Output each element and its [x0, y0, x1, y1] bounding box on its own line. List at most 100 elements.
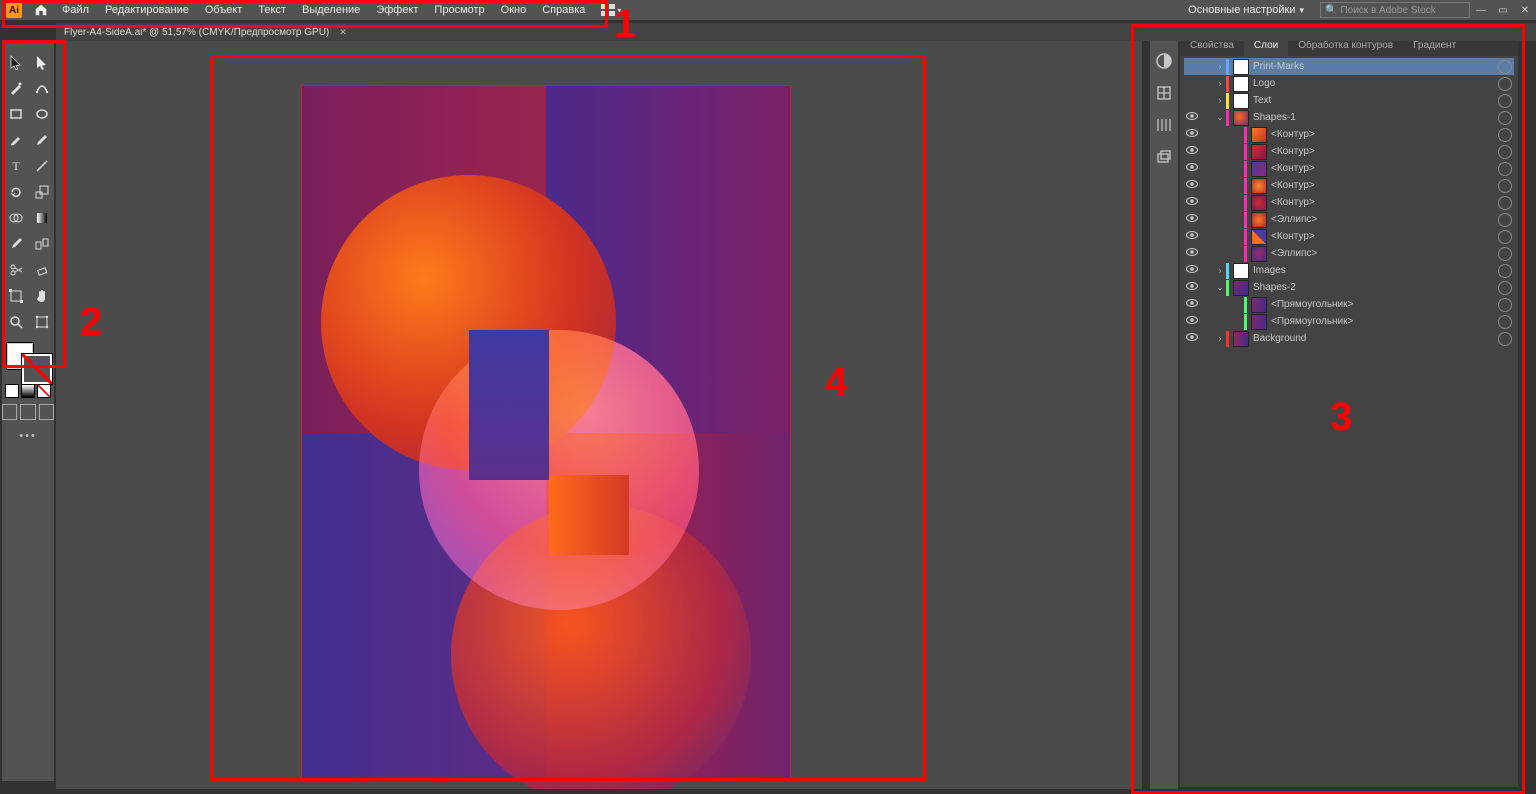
menu-object[interactable]: Объект	[197, 0, 250, 20]
visibility-toggle[interactable]	[1184, 248, 1200, 259]
target-icon[interactable]	[1498, 315, 1512, 329]
selection-tool[interactable]	[3, 49, 28, 74]
visibility-toggle[interactable]	[1184, 299, 1200, 310]
direct-selection-tool[interactable]	[29, 49, 54, 74]
layer-name[interactable]: <Прямоугольник>	[1271, 316, 1494, 327]
visibility-toggle[interactable]	[1184, 197, 1200, 208]
disclosure-icon[interactable]: ›	[1214, 62, 1226, 71]
solid-color-button[interactable]	[5, 384, 19, 398]
rectangle-tool[interactable]	[3, 101, 28, 126]
visibility-toggle[interactable]	[1184, 282, 1200, 293]
disclosure-icon[interactable]: ›	[1214, 266, 1226, 275]
artboard[interactable]	[301, 85, 791, 780]
visibility-toggle[interactable]	[1184, 231, 1200, 242]
align-panel-icon[interactable]	[1152, 113, 1176, 137]
disclosure-icon[interactable]: ⌄	[1214, 113, 1226, 122]
canvas-area[interactable]	[56, 41, 1142, 789]
layer-row[interactable]: <Контур>	[1184, 177, 1514, 194]
maximize-button[interactable]: ▭	[1492, 5, 1514, 16]
menu-edit[interactable]: Редактирование	[97, 0, 197, 20]
target-icon[interactable]	[1498, 94, 1512, 108]
libraries-panel-icon[interactable]	[1152, 81, 1176, 105]
pencil-tool[interactable]	[29, 127, 54, 152]
layer-row[interactable]: ⌄ Shapes-2	[1184, 279, 1514, 296]
target-icon[interactable]	[1498, 281, 1512, 295]
document-tab[interactable]: Flyer-A4-SideA.ai* @ 51,57% (CMYK/Предпр…	[56, 23, 357, 41]
shape-builder-tool[interactable]	[3, 205, 28, 230]
layer-name[interactable]: <Контур>	[1271, 146, 1494, 157]
edit-toolbar-icon[interactable]: •••	[2, 430, 54, 442]
ellipse-tool[interactable]	[29, 101, 54, 126]
visibility-toggle[interactable]	[1184, 180, 1200, 191]
layer-name[interactable]: <Эллипс>	[1271, 248, 1494, 259]
curvature-tool[interactable]	[29, 75, 54, 100]
layer-name[interactable]: <Контур>	[1271, 163, 1494, 174]
layer-row[interactable]: › Background	[1184, 330, 1514, 347]
gradient-color-button[interactable]	[21, 384, 35, 398]
disclosure-icon[interactable]: ⌄	[1214, 283, 1226, 292]
rotate-tool[interactable]	[3, 179, 28, 204]
disclosure-icon[interactable]: ›	[1214, 334, 1226, 343]
target-icon[interactable]	[1498, 332, 1512, 346]
layer-row[interactable]: <Контур>	[1184, 143, 1514, 160]
minimize-button[interactable]: —	[1470, 5, 1492, 16]
menu-select[interactable]: Выделение	[294, 0, 368, 20]
scale-tool[interactable]	[29, 179, 54, 204]
target-icon[interactable]	[1498, 60, 1512, 74]
target-icon[interactable]	[1498, 230, 1512, 244]
visibility-toggle[interactable]	[1184, 214, 1200, 225]
artboard-tool[interactable]	[3, 283, 28, 308]
fill-stroke-swatch[interactable]	[4, 340, 52, 380]
layer-row[interactable]: <Прямоугольник>	[1184, 296, 1514, 313]
workspace-switcher[interactable]: Основные настройки ▾	[1180, 4, 1312, 16]
layer-name[interactable]: <Контур>	[1271, 129, 1494, 140]
eyedropper-tool[interactable]	[3, 231, 28, 256]
layer-name[interactable]: Print-Marks	[1253, 61, 1494, 72]
disclosure-icon[interactable]: ›	[1214, 79, 1226, 88]
target-icon[interactable]	[1498, 264, 1512, 278]
blend-tool[interactable]	[29, 231, 54, 256]
menu-effect[interactable]: Эффект	[368, 0, 426, 20]
layer-row[interactable]: <Эллипс>	[1184, 211, 1514, 228]
layer-name[interactable]: Logo	[1253, 78, 1494, 89]
layer-row[interactable]: › Print-Marks	[1184, 58, 1514, 75]
target-icon[interactable]	[1498, 77, 1512, 91]
color-panel-icon[interactable]	[1152, 49, 1176, 73]
home-icon[interactable]	[34, 3, 48, 17]
target-icon[interactable]	[1498, 111, 1512, 125]
type-tool[interactable]: T	[3, 153, 28, 178]
layer-row[interactable]: › Images	[1184, 262, 1514, 279]
visibility-toggle[interactable]	[1184, 265, 1200, 276]
layer-row[interactable]: <Контур>	[1184, 160, 1514, 177]
visibility-toggle[interactable]	[1184, 146, 1200, 157]
layer-name[interactable]: <Контур>	[1271, 231, 1494, 242]
layer-name[interactable]: Text	[1253, 95, 1494, 106]
layer-name[interactable]: Shapes-1	[1253, 112, 1494, 123]
layer-name[interactable]: Shapes-2	[1253, 282, 1494, 293]
none-color-button[interactable]	[37, 384, 51, 398]
paintbrush-tool[interactable]	[3, 127, 28, 152]
pen-tool[interactable]	[3, 75, 28, 100]
target-icon[interactable]	[1498, 145, 1512, 159]
layer-row[interactable]: ⌄ Shapes-1	[1184, 109, 1514, 126]
stock-search-input[interactable]: 🔍 Поиск в Adobe Stock	[1320, 2, 1470, 18]
target-icon[interactable]	[1498, 298, 1512, 312]
layer-row[interactable]: ›Text	[1184, 92, 1514, 109]
visibility-toggle[interactable]	[1184, 316, 1200, 327]
layer-name[interactable]: Background	[1253, 333, 1494, 344]
target-icon[interactable]	[1498, 213, 1512, 227]
menu-window[interactable]: Окно	[493, 0, 535, 20]
target-icon[interactable]	[1498, 196, 1512, 210]
transform-panel-icon[interactable]	[1152, 145, 1176, 169]
target-icon[interactable]	[1498, 179, 1512, 193]
layer-name[interactable]: Images	[1253, 265, 1494, 276]
layer-name[interactable]: <Контур>	[1271, 180, 1494, 191]
layer-row[interactable]: <Прямоугольник>	[1184, 313, 1514, 330]
line-segment-tool[interactable]	[29, 153, 54, 178]
zoom-tool[interactable]	[3, 309, 28, 334]
draw-inside-button[interactable]	[39, 404, 54, 420]
scissors-tool[interactable]	[3, 257, 28, 282]
arrange-documents-icon[interactable]: ▾	[601, 4, 621, 16]
layer-name[interactable]: <Эллипс>	[1271, 214, 1494, 225]
draw-normal-button[interactable]	[2, 404, 17, 420]
